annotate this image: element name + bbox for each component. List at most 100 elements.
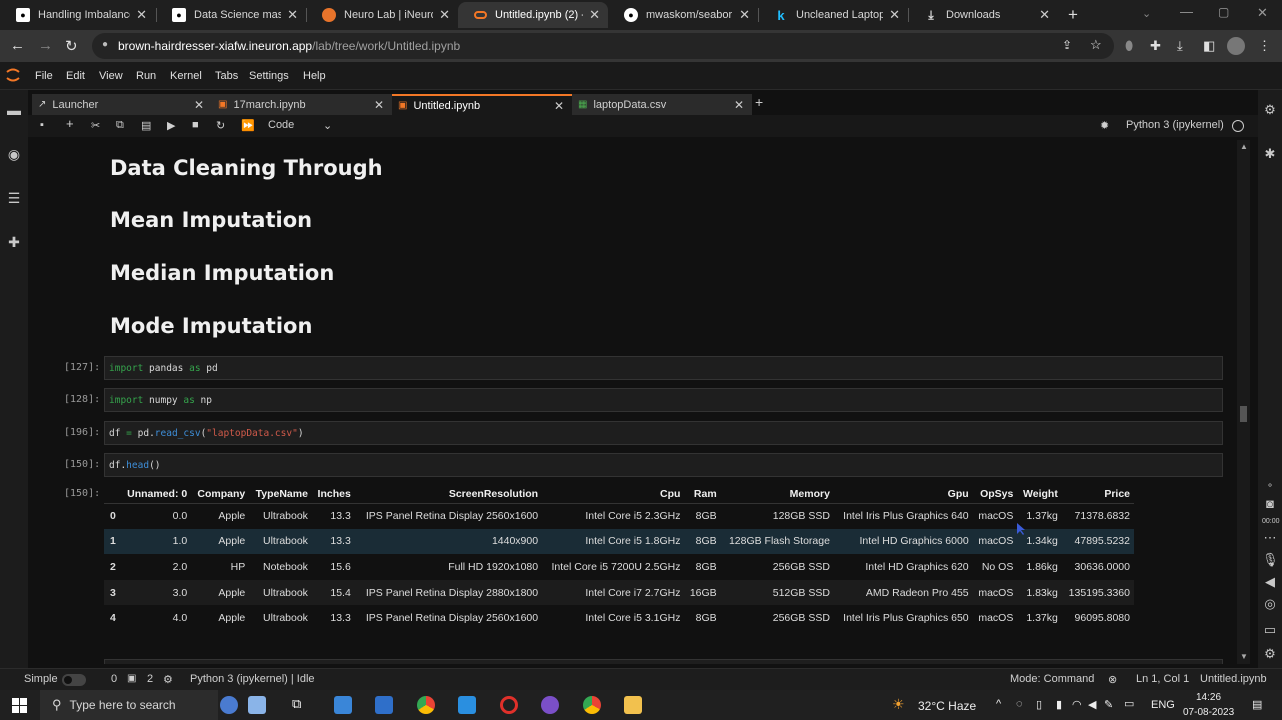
language-indicator[interactable]: ENG — [1151, 699, 1175, 711]
tab-launcher[interactable]: ↗ Launcher ✕ — [32, 94, 212, 115]
extension-manager-icon[interactable]: ✚ — [5, 234, 23, 252]
camera-icon[interactable]: ◙ — [1262, 496, 1278, 511]
run-all-icon[interactable]: ⏩ — [241, 119, 255, 132]
pen-icon[interactable]: ✎ — [1104, 698, 1113, 711]
weather-text[interactable]: 32°C Haze — [918, 699, 976, 713]
menu-run[interactable]: Run — [136, 70, 156, 82]
mic-icon[interactable]: ▮ — [1056, 698, 1062, 711]
speaker-icon[interactable]: ◀ — [1262, 574, 1278, 590]
browser-tab-active[interactable]: Untitled.ipynb (2) - Ju ✕ — [458, 2, 608, 28]
mail-icon[interactable] — [375, 696, 393, 714]
running-icon[interactable]: ◉ — [5, 146, 23, 164]
close-icon[interactable]: ✕ — [554, 99, 564, 113]
chrome-icon[interactable] — [417, 696, 435, 714]
save-icon[interactable]: ▪ — [40, 119, 44, 131]
close-icon[interactable]: ✕ — [136, 7, 147, 23]
debugger-icon[interactable]: ✱ — [1262, 146, 1278, 162]
code-cell[interactable]: import pandas as pd — [104, 356, 1223, 380]
reload-icon[interactable]: ↻ — [65, 37, 78, 55]
more-icon[interactable]: ⋯ — [1262, 530, 1278, 546]
close-icon[interactable]: ✕ — [589, 7, 600, 23]
code-cell-partial[interactable] — [104, 659, 1223, 664]
cursor-position[interactable]: Ln 1, Col 1 — [1136, 673, 1189, 685]
tab-search-icon[interactable]: ⌄ — [1142, 7, 1151, 20]
minimize-button[interactable]: — — [1180, 4, 1193, 19]
app-icon[interactable] — [334, 696, 352, 714]
share-icon[interactable]: ⇪ — [1062, 38, 1072, 52]
taskbar-search[interactable]: ⚲ Type here to search — [40, 690, 218, 720]
browser-tab[interactable]: ● Data Science masters ✕ — [156, 2, 306, 28]
forward-arrow-icon[interactable]: → — [38, 37, 53, 54]
close-icon[interactable]: ✕ — [439, 7, 450, 23]
bookmark-star-icon[interactable]: ☆ — [1090, 37, 1102, 53]
browser-tab[interactable]: ● mwaskom/seaborn-d ✕ — [608, 2, 758, 28]
tab-laptopdata[interactable]: ▦ laptopData.csv ✕ — [572, 94, 752, 115]
toc-icon[interactable]: ☰ — [5, 190, 23, 208]
microphone-icon[interactable]: 🎙 — [1262, 552, 1279, 568]
clock-time[interactable]: 14:26 — [1196, 692, 1221, 703]
clock-date[interactable]: 07-08-2023 — [1183, 707, 1234, 718]
scrollbar-thumb[interactable] — [1240, 406, 1247, 422]
close-icon[interactable]: ✕ — [1039, 7, 1050, 23]
cut-icon[interactable]: ✂ — [91, 119, 100, 132]
close-icon[interactable]: ✕ — [889, 7, 900, 23]
scroll-down-icon[interactable]: ▼ — [1240, 652, 1248, 661]
scroll-up-icon[interactable]: ▲ — [1240, 142, 1248, 151]
notifications-icon[interactable]: ▤ — [1252, 698, 1262, 711]
widget-icon[interactable] — [220, 696, 238, 714]
menu-kebab-icon[interactable]: ⋮ — [1258, 38, 1271, 54]
gear-icon[interactable]: ✹ — [1100, 119, 1109, 132]
menu-tabs[interactable]: Tabs — [215, 70, 238, 82]
menu-help[interactable]: Help — [303, 70, 326, 82]
code-cell[interactable]: df = pd.read_csv("laptopData.csv") — [104, 421, 1223, 445]
webcam-icon[interactable]: ◎ — [1262, 596, 1278, 612]
close-icon[interactable]: ✕ — [734, 98, 744, 112]
kernel-name[interactable]: Python 3 (ipykernel) — [1126, 119, 1224, 131]
menu-file[interactable]: File — [35, 70, 53, 82]
notebook-scrollbar[interactable]: ▲ ▼ — [1237, 140, 1250, 664]
insert-cell-icon[interactable]: + — [66, 116, 74, 131]
keyboard-icon[interactable]: ▭ — [1124, 697, 1134, 710]
back-arrow-icon[interactable]: ← — [10, 37, 25, 54]
cell-type-select[interactable]: Code — [268, 119, 294, 131]
chrome-icon[interactable] — [583, 696, 601, 714]
widget-icon[interactable] — [248, 696, 266, 714]
code-cell[interactable]: import numpy as np — [104, 388, 1223, 412]
file-explorer-icon[interactable] — [624, 696, 642, 714]
close-icon[interactable]: ✕ — [194, 98, 204, 112]
close-icon[interactable]: ✕ — [374, 98, 384, 112]
new-launcher-button[interactable]: + — [755, 94, 763, 110]
browser-tab[interactable]: k Uncleaned Laptop Pr ✕ — [758, 2, 908, 28]
close-icon[interactable]: ✕ — [287, 7, 298, 23]
extension-icon[interactable]: ⬮ — [1125, 38, 1133, 54]
screen-icon[interactable]: ▭ — [1262, 622, 1278, 638]
tab-17march[interactable]: ▣ 17march.ipynb ✕ — [212, 94, 392, 115]
network-icon[interactable]: ◌ — [1016, 698, 1023, 710]
github-desktop-icon[interactable] — [541, 696, 559, 714]
copy-icon[interactable]: ⧉ — [116, 119, 124, 132]
code-cell[interactable]: df.head() — [104, 453, 1223, 477]
property-inspector-icon[interactable]: ⚙ — [1262, 102, 1278, 118]
run-icon[interactable]: ▶ — [167, 119, 175, 132]
opera-icon[interactable] — [500, 696, 518, 714]
menu-kernel[interactable]: Kernel — [170, 70, 202, 82]
folder-icon[interactable]: ▬ — [5, 102, 23, 120]
settings-gear-icon[interactable]: ⚙ — [1262, 646, 1278, 662]
stop-icon[interactable]: ■ — [192, 119, 199, 131]
new-tab-button[interactable]: + — [1068, 5, 1078, 25]
restart-icon[interactable]: ↻ — [216, 119, 225, 132]
menu-edit[interactable]: Edit — [66, 70, 85, 82]
paste-icon[interactable]: ▤ — [141, 119, 151, 132]
download-icon[interactable]: ⤓ — [1177, 38, 1183, 54]
chevron-up-icon[interactable]: ^ — [996, 698, 1001, 710]
wifi-icon[interactable]: ◠ — [1072, 698, 1082, 711]
kernel-status[interactable]: Python 3 (ipykernel) | Idle — [190, 673, 315, 685]
menu-settings[interactable]: Settings — [249, 70, 289, 82]
simple-mode-toggle[interactable] — [62, 674, 86, 686]
windows-start-icon[interactable] — [12, 698, 27, 713]
vscode-icon[interactable] — [458, 696, 476, 714]
battery-icon[interactable]: ▯ — [1036, 698, 1042, 711]
browser-tab[interactable]: ● Handling Imbalanced ✕ — [0, 2, 155, 28]
volume-icon[interactable]: ◀ — [1088, 698, 1096, 711]
window-close-button[interactable]: ✕ — [1257, 5, 1268, 21]
